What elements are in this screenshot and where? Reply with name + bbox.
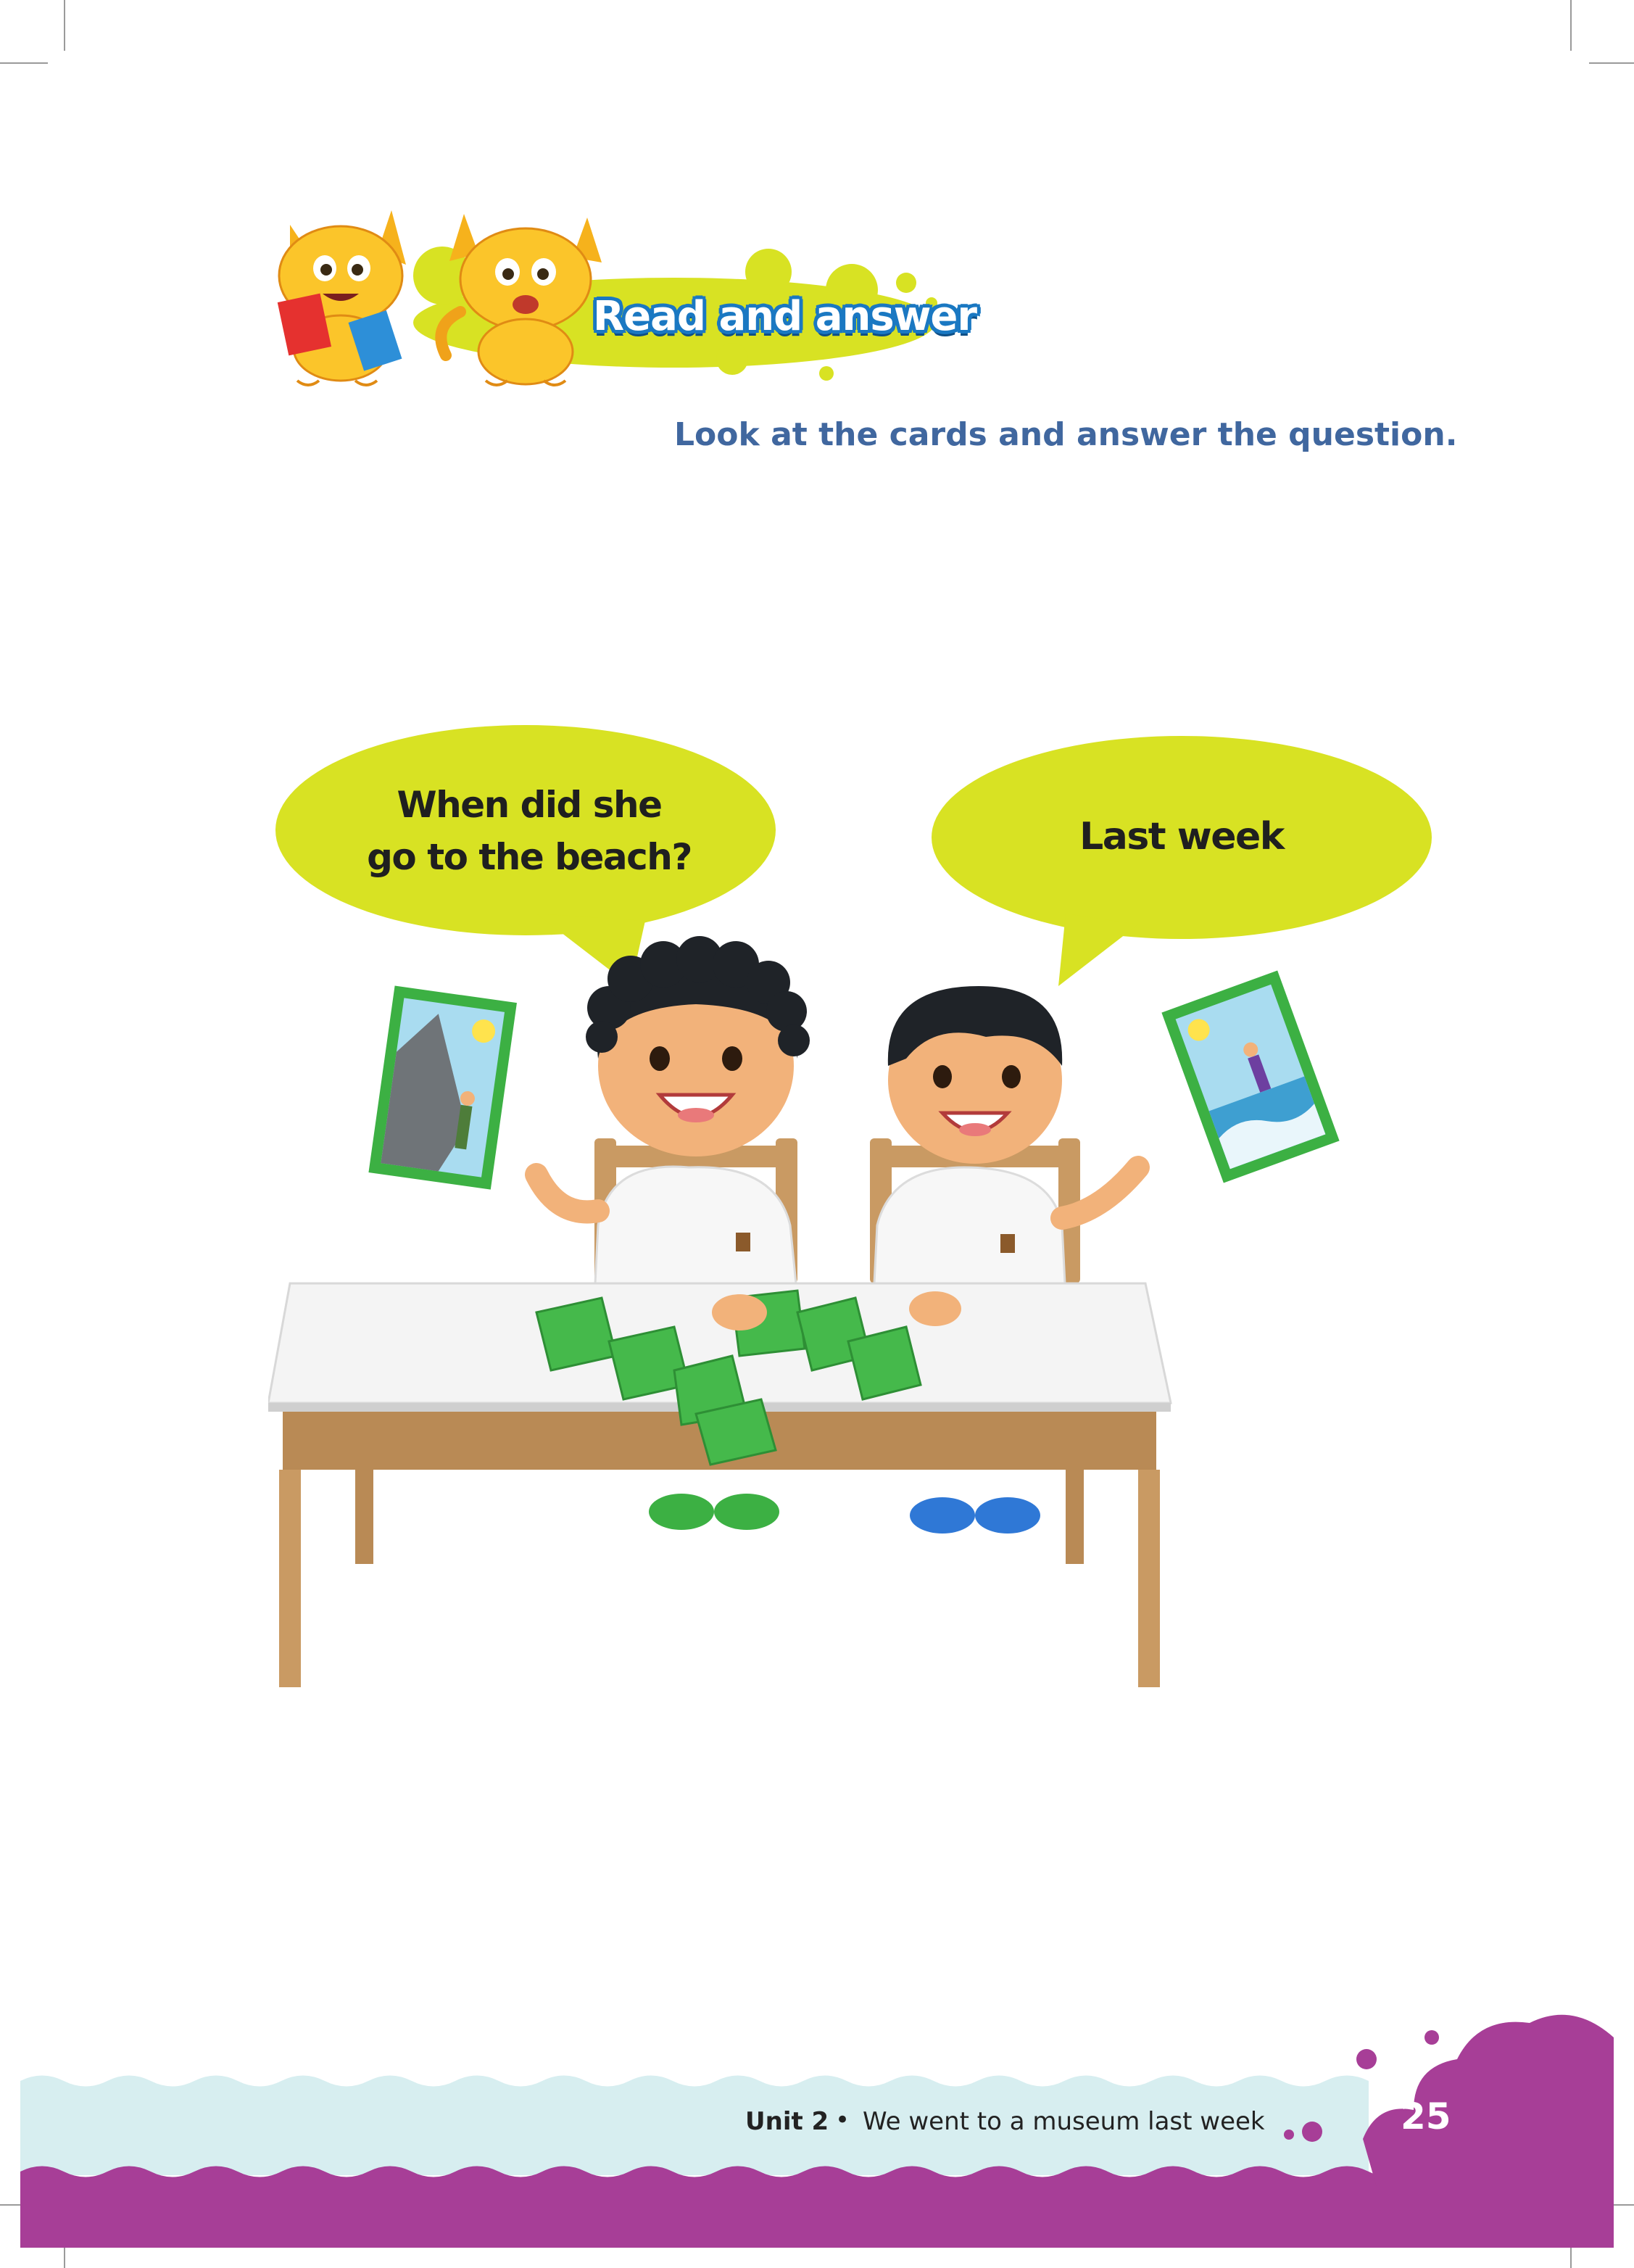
desk	[268, 1282, 1172, 1687]
crop-mark	[0, 62, 48, 64]
cat-with-books-icon	[277, 210, 406, 386]
crop-mark	[64, 0, 65, 51]
crop-mark	[1570, 0, 1572, 51]
boy-left	[525, 936, 810, 1299]
hand	[909, 1291, 961, 1326]
footer-unit: Unit 2	[745, 2107, 829, 2136]
footer-unit-title: We went to a museum last week	[863, 2107, 1265, 2136]
question-line-1: When did she	[397, 784, 663, 826]
page-number: 25	[1401, 2095, 1451, 2137]
shoes	[649, 1494, 1040, 1534]
crop-mark	[1589, 62, 1634, 64]
hand	[712, 1294, 767, 1330]
footer-separator: •	[835, 2106, 850, 2135]
card-mountain	[368, 985, 517, 1190]
question-line-2: go to the beach?	[367, 836, 692, 878]
question-bubble-text: When did she go to the beach?	[333, 779, 725, 883]
boy-right	[872, 986, 1150, 1299]
instruction-text: Look at the cards and answer the questio…	[674, 416, 1458, 453]
section-title: Read and answer	[593, 293, 977, 340]
card-beach	[1161, 970, 1340, 1183]
answer-bubble-text: Last week	[1079, 815, 1285, 858]
